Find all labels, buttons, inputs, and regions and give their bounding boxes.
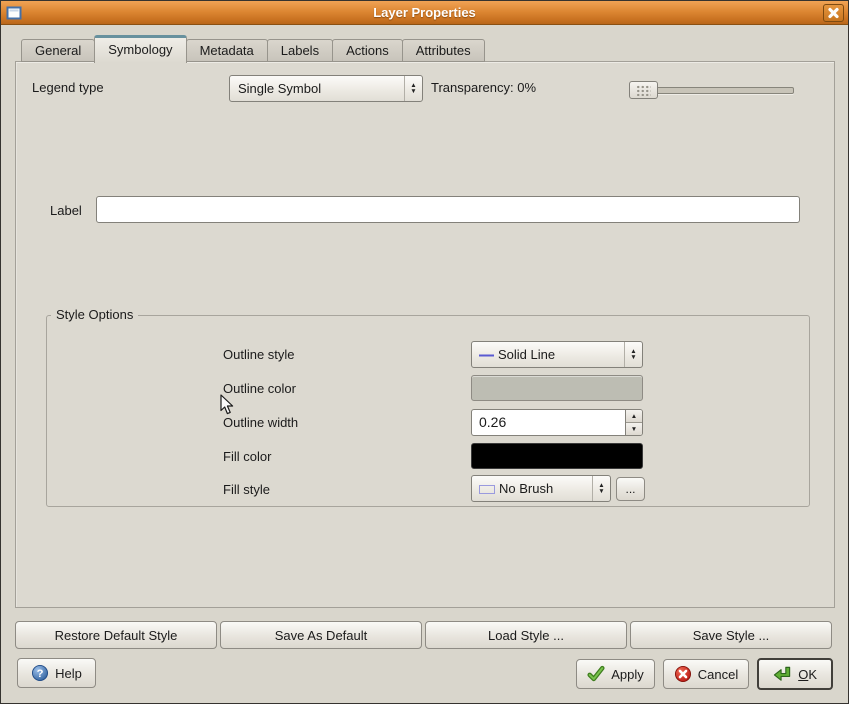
checkmark-icon [587, 665, 605, 683]
outline-width-label: Outline width [223, 415, 298, 430]
outline-style-combobox[interactable]: Solid Line ▲ ▼ [471, 341, 643, 368]
label-field-label: Label [50, 203, 82, 218]
solid-line-icon [479, 354, 494, 357]
label-input[interactable] [96, 196, 800, 223]
spin-up-button[interactable]: ▲ [626, 410, 642, 423]
ok-label: OK [798, 667, 817, 682]
arrow-down-icon: ▼ [630, 355, 636, 361]
window-title: Layer Properties [1, 5, 848, 20]
question-mark-icon: ? [31, 664, 49, 682]
titlebar[interactable]: Layer Properties [1, 1, 848, 25]
tab-labels[interactable]: Labels [267, 39, 333, 62]
enter-arrow-icon [773, 665, 792, 684]
apply-button[interactable]: Apply [576, 659, 655, 689]
fill-color-button[interactable] [471, 443, 643, 469]
style-options-title: Style Options [51, 307, 138, 322]
combo-spinner-icon: ▲ ▼ [624, 342, 642, 367]
tab-bar: General Symbology Metadata Labels Action… [21, 34, 484, 62]
save-style-button[interactable]: Save Style ... [630, 621, 832, 649]
load-style-button[interactable]: Load Style ... [425, 621, 627, 649]
slider-handle[interactable] [629, 81, 658, 99]
style-options-group: Style Options Outline style Solid Line ▲… [46, 315, 810, 507]
save-as-default-button[interactable]: Save As Default [220, 621, 422, 649]
tab-general[interactable]: General [21, 39, 95, 62]
transparency-label: Transparency: 0% [431, 80, 536, 95]
style-buttons-row: Restore Default Style Save As Default Lo… [15, 621, 832, 649]
combo-spinner-icon: ▲ ▼ [592, 476, 610, 501]
svg-text:?: ? [37, 668, 44, 680]
fill-style-more-button[interactable]: ... [616, 477, 645, 501]
apply-label: Apply [611, 667, 644, 682]
spin-buttons: ▲ ▼ [625, 410, 642, 435]
arrow-down-icon: ▼ [410, 89, 416, 95]
grip-dots-icon [636, 85, 651, 96]
legend-type-label: Legend type [32, 80, 104, 95]
fill-style-label: Fill style [223, 482, 270, 497]
legend-type-combobox[interactable]: Single Symbol ▲ ▼ [229, 75, 423, 102]
close-button[interactable] [823, 4, 844, 22]
outline-style-label: Outline style [223, 347, 295, 362]
red-cross-icon [674, 665, 692, 683]
fill-style-combobox[interactable]: No Brush ▲ ▼ [471, 475, 611, 502]
restore-default-style-button[interactable]: Restore Default Style [15, 621, 217, 649]
outline-color-label: Outline color [223, 381, 296, 396]
footer-action-buttons: Apply Cancel OK [576, 658, 833, 690]
help-label: Help [55, 666, 82, 681]
combo-spinner-icon: ▲ ▼ [404, 76, 422, 101]
arrow-down-icon: ▼ [598, 489, 604, 495]
cancel-button[interactable]: Cancel [663, 659, 749, 689]
outline-style-value: Solid Line [472, 347, 624, 362]
layer-properties-dialog: Layer Properties General Symbology Metad… [0, 0, 849, 704]
tab-attributes[interactable]: Attributes [402, 39, 485, 62]
outline-color-button[interactable] [471, 375, 643, 401]
fill-color-label: Fill color [223, 449, 271, 464]
outline-width-value[interactable]: 0.26 [472, 410, 625, 435]
close-icon [827, 7, 840, 19]
tab-metadata[interactable]: Metadata [186, 39, 268, 62]
tab-symbology[interactable]: Symbology [94, 35, 186, 63]
transparency-slider[interactable] [629, 81, 794, 99]
ok-button[interactable]: OK [757, 658, 833, 690]
rect-outline-icon [479, 485, 495, 494]
spin-down-button[interactable]: ▼ [626, 423, 642, 435]
tab-actions[interactable]: Actions [332, 39, 403, 62]
cancel-label: Cancel [698, 667, 738, 682]
outline-width-spinbox[interactable]: 0.26 ▲ ▼ [471, 409, 643, 436]
symbology-tab-panel: Legend type Single Symbol ▲ ▼ Transparen… [15, 61, 835, 608]
help-button[interactable]: ? Help [17, 658, 96, 688]
legend-type-value: Single Symbol [230, 81, 404, 96]
